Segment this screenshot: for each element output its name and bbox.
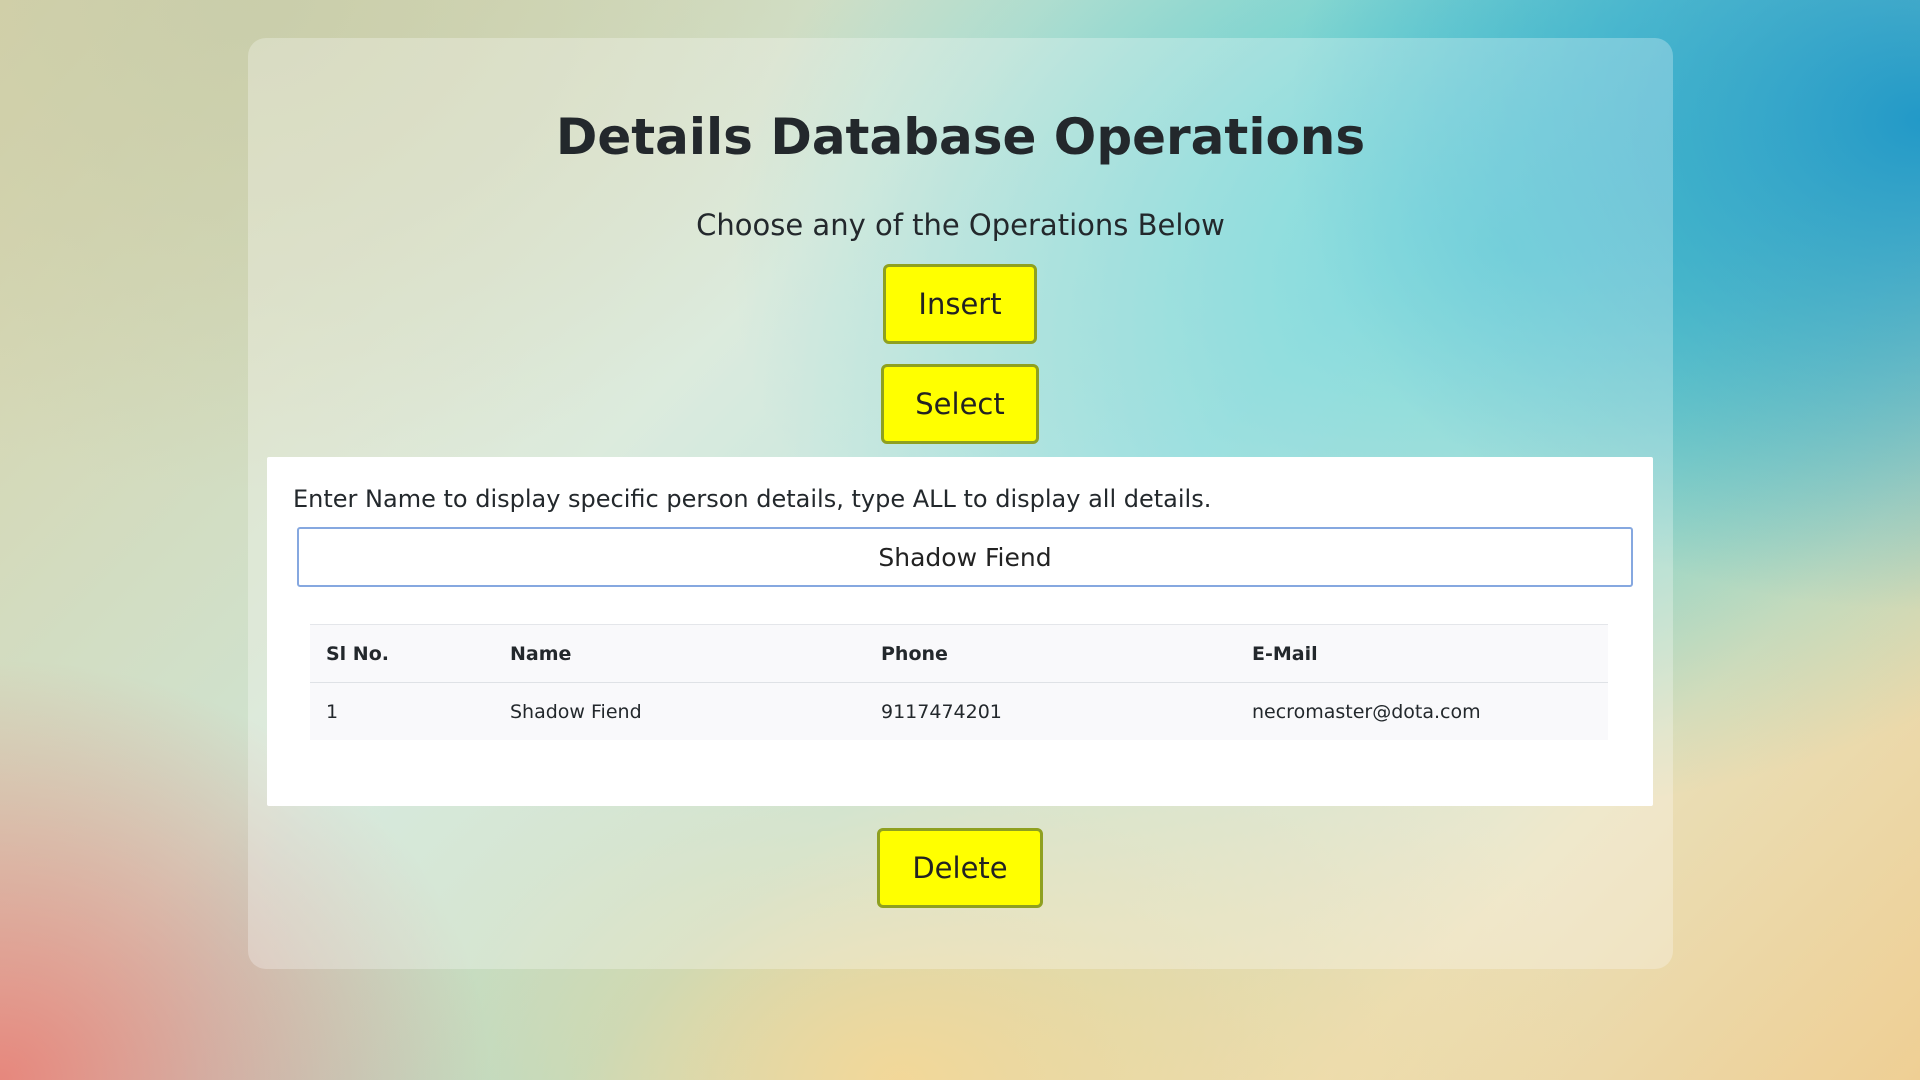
page-title: Details Database Operations <box>555 108 1366 166</box>
select-button[interactable]: Select <box>881 364 1039 444</box>
header-name: Name <box>510 642 572 665</box>
cell-sl-no: 1 <box>326 700 339 723</box>
name-search-input[interactable] <box>297 527 1633 587</box>
delete-button[interactable]: Delete <box>877 828 1043 908</box>
results-table: Sl No. Name Phone E-Mail 1 Shadow Fiend … <box>310 624 1608 740</box>
cell-email: necromaster@dota.com <box>1252 700 1481 723</box>
page-subtitle: Choose any of the Operations Below <box>696 208 1225 242</box>
table-header-row: Sl No. Name Phone E-Mail <box>310 624 1608 683</box>
table-row: 1 Shadow Fiend 9117474201 necromaster@do… <box>310 683 1608 741</box>
cell-name: Shadow Fiend <box>510 700 642 723</box>
select-instructions: Enter Name to display specific person de… <box>293 485 1212 513</box>
insert-button[interactable]: Insert <box>883 264 1037 344</box>
select-form-card: Enter Name to display specific person de… <box>267 457 1653 806</box>
header-sl-no: Sl No. <box>326 642 389 665</box>
header-phone: Phone <box>881 642 948 665</box>
cell-phone: 9117474201 <box>881 700 1002 723</box>
header-email: E-Mail <box>1252 642 1318 665</box>
